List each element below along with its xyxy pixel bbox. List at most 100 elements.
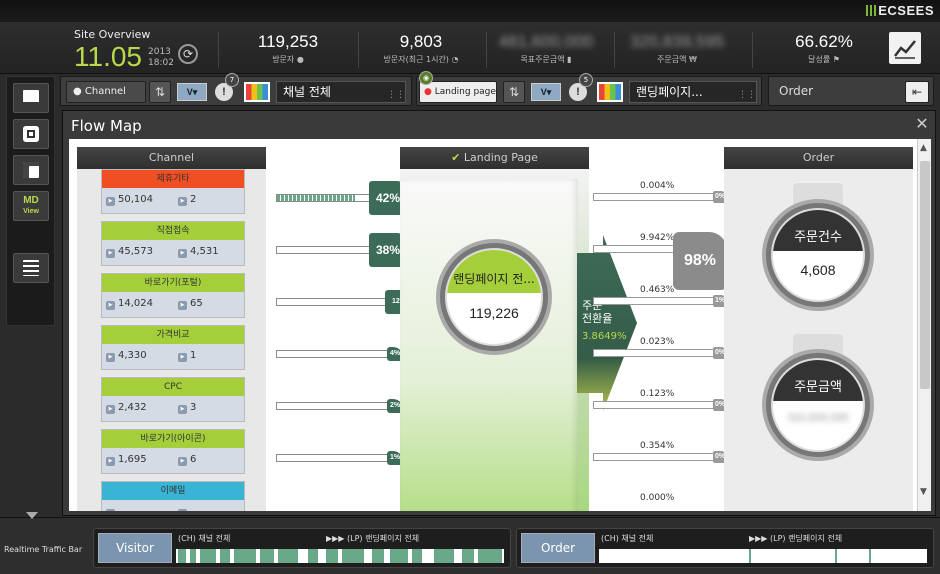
swap-button[interactable]: ⇅ <box>149 81 171 103</box>
channel-item[interactable]: 가격비교 4,330 1 <box>101 325 245 370</box>
channel-name: 바로가기(포털) <box>102 274 244 292</box>
channel-item[interactable]: 직접접속 45,573 4,531 <box>101 221 245 266</box>
bookmark-button[interactable] <box>13 83 49 113</box>
traffic-mark <box>478 549 502 563</box>
channel-filter-group: ● Channel ⇅ V▾ ! 7 채널 전체 ⋮⋮ <box>60 73 412 106</box>
landing-column-header: ✔ Landing Page <box>400 147 589 169</box>
collapse-button[interactable]: ⇤ <box>905 81 929 103</box>
collapse-arrow-icon[interactable] <box>26 512 38 519</box>
stat-label: 목표주문금액 ▮ <box>495 54 597 65</box>
site-year: 2013 <box>148 47 171 57</box>
scroll-down-icon[interactable]: ▼ <box>920 487 927 497</box>
order-count-face: 주문건수 4,608 <box>771 208 865 302</box>
site-year-time: 2013 18:02 <box>148 47 174 69</box>
close-icon[interactable]: ✕ <box>913 114 931 133</box>
md-view-button[interactable]: MD View <box>13 191 49 221</box>
channel-column-header: Channel <box>77 147 266 169</box>
landing-filter-label[interactable]: ● Landing page <box>419 81 497 103</box>
traffic-mark <box>220 549 230 563</box>
stats-bar: Site Overview 11.05 2013 18:02 ⟳ 119,253 … <box>0 22 940 74</box>
stat-value: 66.62% <box>795 32 853 51</box>
channel-item[interactable]: 바로가기(아이콘) 1,695 6 <box>101 429 245 474</box>
layout-button[interactable] <box>13 155 49 185</box>
visitor-button[interactable]: Visitor <box>98 533 172 563</box>
stat-visitors-hour: 9,803 방문자(최근 1시간) ◔ <box>370 32 472 65</box>
visitor-traffic-strip <box>176 549 504 563</box>
order-traffic-strip <box>599 549 927 563</box>
scroll-thumb[interactable] <box>920 161 930 389</box>
landing-color-swatch[interactable] <box>597 82 623 102</box>
stat-visitors: 119,253 방문자 ● <box>236 32 340 65</box>
scroll-up-icon[interactable]: ▲ <box>920 143 927 153</box>
channel-rate-bar <box>276 298 396 306</box>
landing-gauge-title: 랜딩페이지 전... <box>447 250 541 294</box>
channel-orders: 2 <box>178 194 196 206</box>
separator <box>486 32 487 68</box>
channel-filter-label[interactable]: ● Channel <box>66 81 146 103</box>
refresh-button[interactable]: ⟳ <box>178 44 198 64</box>
order-rate-bar <box>593 349 721 357</box>
channel-color-swatch[interactable] <box>244 82 270 102</box>
realtime-traffic-bar: Realtime Traffic Bar Visitor (CH) 채널 전체 … <box>0 512 940 574</box>
traffic-mark <box>342 549 364 563</box>
visitor-lp-label: ▶▶▶ (LP) 랜딩페이지 전체 <box>326 534 420 543</box>
channel-visits: 45,573 <box>106 246 153 258</box>
order-count-value: 4,608 <box>800 262 836 279</box>
swap-button[interactable]: ⇅ <box>503 81 525 103</box>
order-rate-pct: 0.463% <box>640 285 675 295</box>
traffic-mark <box>835 549 837 563</box>
scrollbar[interactable]: ▲ ▼ <box>917 139 931 511</box>
landing-alert-count: 5 <box>579 73 593 87</box>
top-strip: ECSEES <box>0 0 940 22</box>
channel-filter-text: Channel <box>84 86 126 97</box>
stat-value: 119,253 <box>257 32 319 51</box>
landing-combo-text: 랜딩페이지... <box>636 85 703 99</box>
camera-button[interactable] <box>13 119 49 149</box>
landing-filter-text: Landing page <box>434 87 496 97</box>
separator <box>218 32 219 68</box>
list-button[interactable] <box>13 253 49 283</box>
traffic-mark <box>412 549 422 563</box>
layout-icon <box>23 162 39 178</box>
traffic-mark <box>234 549 256 563</box>
landing-view-select[interactable]: V▾ <box>531 83 561 101</box>
channel-visits: 50,104 <box>106 194 153 206</box>
channel-item[interactable]: 바로가기(포털) 14,024 65 <box>101 273 245 318</box>
chart-view-button[interactable] <box>889 32 921 64</box>
panel-title: Flow Map <box>71 117 142 135</box>
stat-label-text: 목표주문금액 <box>520 55 565 64</box>
md-label: MD <box>23 194 39 206</box>
site-title: Site Overview <box>74 28 151 41</box>
separator <box>358 32 359 68</box>
view-label: View <box>23 207 39 215</box>
channel-combo[interactable]: 채널 전체 ⋮⋮ <box>276 81 406 103</box>
channel-item[interactable]: 이메일 <box>101 481 245 511</box>
traffic-mark <box>372 549 384 563</box>
order-count-gauge[interactable]: 주문건수 4,608 <box>762 199 874 311</box>
channel-view-select[interactable]: V▾ <box>177 83 207 101</box>
order-filter-label[interactable]: Order <box>773 81 899 103</box>
order-amount-value: 320,839,595 <box>787 412 849 425</box>
order-rate-bar <box>593 297 721 305</box>
traffic-mark <box>749 549 751 563</box>
separator <box>752 32 753 68</box>
landing-gauge[interactable]: 랜딩페이지 전... 119,226 <box>436 239 552 355</box>
channel-name: 직접접속 <box>102 222 244 240</box>
traffic-mark <box>178 549 186 563</box>
sidebar: MD View <box>6 76 55 326</box>
channel-visits: 4,330 <box>106 350 147 362</box>
traffic-mark <box>434 549 454 563</box>
order-amount-gauge[interactable]: 주문금액 320,839,595 <box>762 349 874 461</box>
channel-item[interactable]: CPC 2,432 3 <box>101 377 245 422</box>
order-rate-pct: 9.942% <box>640 233 675 243</box>
channel-item[interactable]: 제휴기타 50,104 2 <box>101 169 245 214</box>
channel-combo-text: 채널 전체 <box>283 85 331 99</box>
eye-icon: ◉ <box>419 71 433 85</box>
stat-value: 9,803 <box>399 32 443 51</box>
order-traffic-box: Order (CH) 채널 전체 ▶▶▶ (LP) 랜딩페이지 전체 <box>516 528 934 568</box>
landing-combo[interactable]: 랜딩페이지... ⋮⋮ <box>629 81 757 103</box>
channel-rate-bar <box>276 402 402 410</box>
site-date: 11.05 <box>74 41 142 72</box>
order-button[interactable]: Order <box>521 533 595 563</box>
traffic-mark <box>278 549 298 563</box>
